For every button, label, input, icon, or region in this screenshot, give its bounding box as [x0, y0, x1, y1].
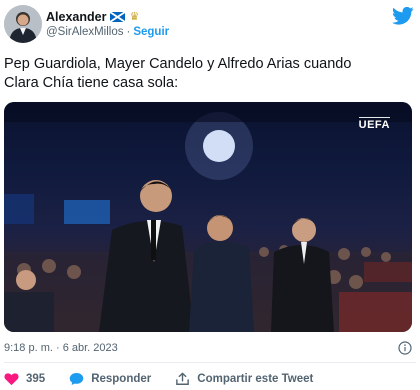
reply-bubble-icon [69, 373, 84, 385]
follow-button[interactable]: Seguir [133, 26, 169, 38]
reply-label: Responder [91, 373, 152, 385]
tweet-text: Pep Guardiola, Mayer Candelo y Alfredo A… [4, 55, 414, 93]
person-avatar-icon [4, 5, 42, 43]
author-name-row: Alexander ♛ [46, 10, 139, 24]
author-handle[interactable]: @SirAlexMillos [46, 26, 124, 38]
heart-icon [4, 373, 19, 386]
tweet-text-line: Clara Chía tiene casa sola: [4, 75, 179, 91]
share-upload-icon [176, 372, 190, 385]
tweet-card: Alexander ♛ @SirAlexMillos · Seguir Pep … [0, 0, 420, 390]
crown-emoji-icon: ♛ [129, 11, 140, 23]
event-photo-illustration [4, 102, 412, 332]
separator-dot: · [126, 26, 131, 38]
scotland-flag-icon [110, 12, 126, 22]
like-button[interactable]: 395 [4, 372, 45, 386]
uefa-logo: UEFA [358, 117, 390, 131]
author-display-name[interactable]: Alexander [46, 10, 106, 24]
like-count: 395 [26, 373, 46, 385]
tweet-text-line: Pep Guardiola, Mayer Candelo y Alfredo A… [4, 56, 352, 72]
info-icon[interactable] [398, 341, 412, 355]
divider [4, 362, 416, 363]
tweet-timestamp[interactable]: 9:18 p. m. · 6 abr. 2023 [4, 342, 118, 354]
tweet-actions: 395 Responder Compartir este Tweet [4, 372, 337, 386]
tweet-media-photo[interactable]: UEFA [4, 102, 412, 332]
avatar[interactable] [4, 5, 42, 43]
share-label: Compartir este Tweet [197, 373, 314, 385]
share-button[interactable]: Compartir este Tweet [175, 372, 313, 386]
twitter-bird-icon[interactable] [392, 6, 414, 26]
author-handle-row: @SirAlexMillos · Seguir [46, 26, 169, 38]
reply-button[interactable]: Responder [69, 372, 151, 386]
